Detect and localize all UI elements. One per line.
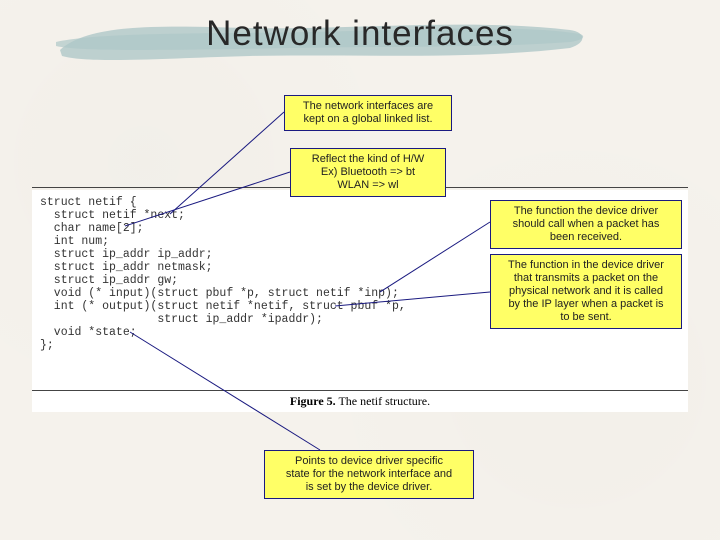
caption-text: The netif structure.: [338, 394, 430, 408]
note-linked-list: The network interfaces are kept on a glo…: [284, 95, 452, 131]
note-state-ptr: Points to device driver specific state f…: [264, 450, 474, 499]
slide-title: Network interfaces: [0, 14, 720, 54]
figure-caption: Figure 5. The netif structure.: [32, 390, 688, 412]
caption-prefix: Figure 5.: [290, 394, 336, 408]
note-output-fn: The function in the device driver that t…: [490, 254, 682, 329]
note-input-fn: The function the device driver should ca…: [490, 200, 682, 249]
note-hw-kind: Reflect the kind of H/W Ex) Bluetooth =>…: [290, 148, 446, 197]
